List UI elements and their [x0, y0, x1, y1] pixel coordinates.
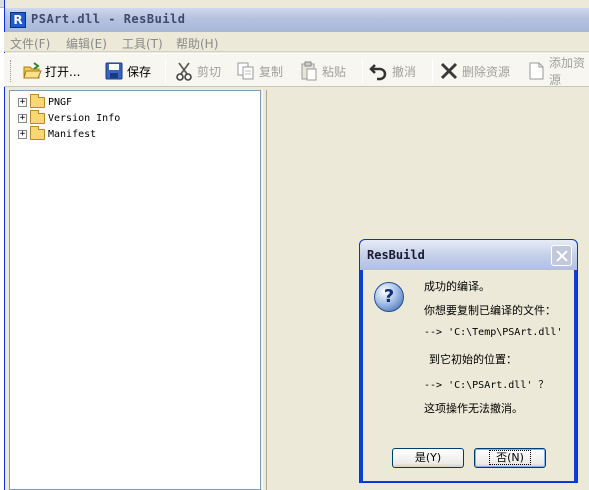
dialog-message-line: 成功的编译。	[424, 280, 490, 293]
tree-item-label: Manifest	[48, 128, 97, 140]
add-resource-button[interactable]: 添加资源	[526, 56, 589, 87]
delete-resource-button[interactable]: 删除资源	[439, 58, 510, 84]
menu-help[interactable]: 帮助(H)	[176, 35, 218, 52]
save-button[interactable]: 保存	[104, 58, 151, 84]
open-folder-icon	[22, 61, 42, 81]
clipboard-icon	[299, 61, 319, 81]
dialog-title: ResBuild	[367, 248, 425, 262]
expand-plus-icon[interactable]: +	[18, 97, 27, 107]
copy-icon	[236, 61, 256, 81]
add-resource-label: 添加资源	[549, 56, 586, 87]
copy-button-label: 复制	[259, 64, 284, 79]
tree-item-label: Version Info	[48, 112, 121, 124]
cut-button-label: 剪切	[197, 64, 222, 79]
undo-button-label: 撤消	[392, 64, 417, 79]
tree-item[interactable]: + Manifest	[18, 125, 97, 141]
folder-icon	[30, 93, 45, 108]
confirm-dialog: ResBuild ? 成功的编译。 你想要复制已编译的文件： --> 'C:\T…	[359, 239, 578, 483]
folder-icon	[30, 125, 45, 140]
question-icon: ?	[374, 282, 404, 312]
tree-item-label: PNGF	[48, 96, 73, 108]
menu-bar: 文件(F) 编辑(E) 工具(T) 帮助(H)	[4, 32, 589, 52]
undo-button[interactable]: 撤消	[369, 58, 416, 84]
dialog-message-line: 到它初始的位置：	[429, 353, 517, 366]
cut-button[interactable]: 剪切	[174, 58, 221, 84]
dialog-message-line: 这项操作无法撤消。	[424, 402, 523, 415]
window-title: PSArt.dll - ResBuild	[31, 12, 186, 26]
no-button-label: 否(N)	[489, 450, 531, 465]
menu-edit[interactable]: 编辑(E)	[66, 35, 107, 52]
dialog-body: ? 成功的编译。 你想要复制已编译的文件： --> 'C:\Temp\PSArt…	[363, 270, 574, 481]
tree-item[interactable]: + PNGF	[18, 93, 73, 109]
scissors-icon	[174, 61, 194, 81]
paste-button[interactable]: 粘贴	[299, 58, 346, 84]
expand-plus-icon[interactable]: +	[18, 113, 27, 123]
delete-resource-label: 删除资源	[462, 64, 511, 79]
no-button[interactable]: 否(N)	[474, 448, 546, 468]
resource-tree[interactable]: + PNGF + Version Info + Manifest	[9, 90, 261, 490]
toolbar-grip[interactable]	[10, 60, 13, 82]
toolbar: 打开... 保存 剪切 复制 粘贴 撤消 删除资源 添加资源	[4, 53, 589, 87]
copy-button[interactable]: 复制	[236, 58, 283, 84]
floppy-disk-icon	[104, 61, 124, 81]
folder-icon	[30, 109, 45, 124]
open-button-label: 打开...	[45, 64, 81, 79]
undo-arrow-icon	[369, 61, 389, 81]
tree-item[interactable]: + Version Info	[18, 109, 121, 125]
dialog-message-line: 你想要复制已编译的文件：	[424, 304, 556, 317]
dialog-message-line: --> 'C:\Temp\PSArt.dll'	[424, 327, 563, 338]
open-button[interactable]: 打开...	[22, 58, 80, 84]
save-button-label: 保存	[127, 64, 152, 79]
toolbar-separator	[362, 59, 363, 83]
close-icon[interactable]	[551, 245, 572, 266]
dialog-title-bar[interactable]: ResBuild	[360, 240, 577, 270]
app-icon: R	[10, 12, 26, 28]
new-document-icon	[526, 61, 546, 81]
yes-button-label: 是(Y)	[414, 451, 442, 464]
expand-plus-icon[interactable]: +	[18, 129, 27, 139]
toolbar-separator	[165, 59, 166, 83]
dialog-message-line: --> 'C:\PSArt.dll' ？	[424, 380, 549, 391]
pane-splitter[interactable]	[262, 90, 267, 490]
paste-button-label: 粘贴	[322, 64, 347, 79]
title-bar[interactable]: R PSArt.dll - ResBuild	[5, 8, 589, 32]
menu-file[interactable]: 文件(F)	[10, 35, 50, 52]
yes-button[interactable]: 是(Y)	[392, 448, 464, 468]
delete-x-icon	[439, 61, 459, 81]
menu-tools[interactable]: 工具(T)	[122, 35, 163, 52]
toolbar-separator	[432, 59, 433, 83]
